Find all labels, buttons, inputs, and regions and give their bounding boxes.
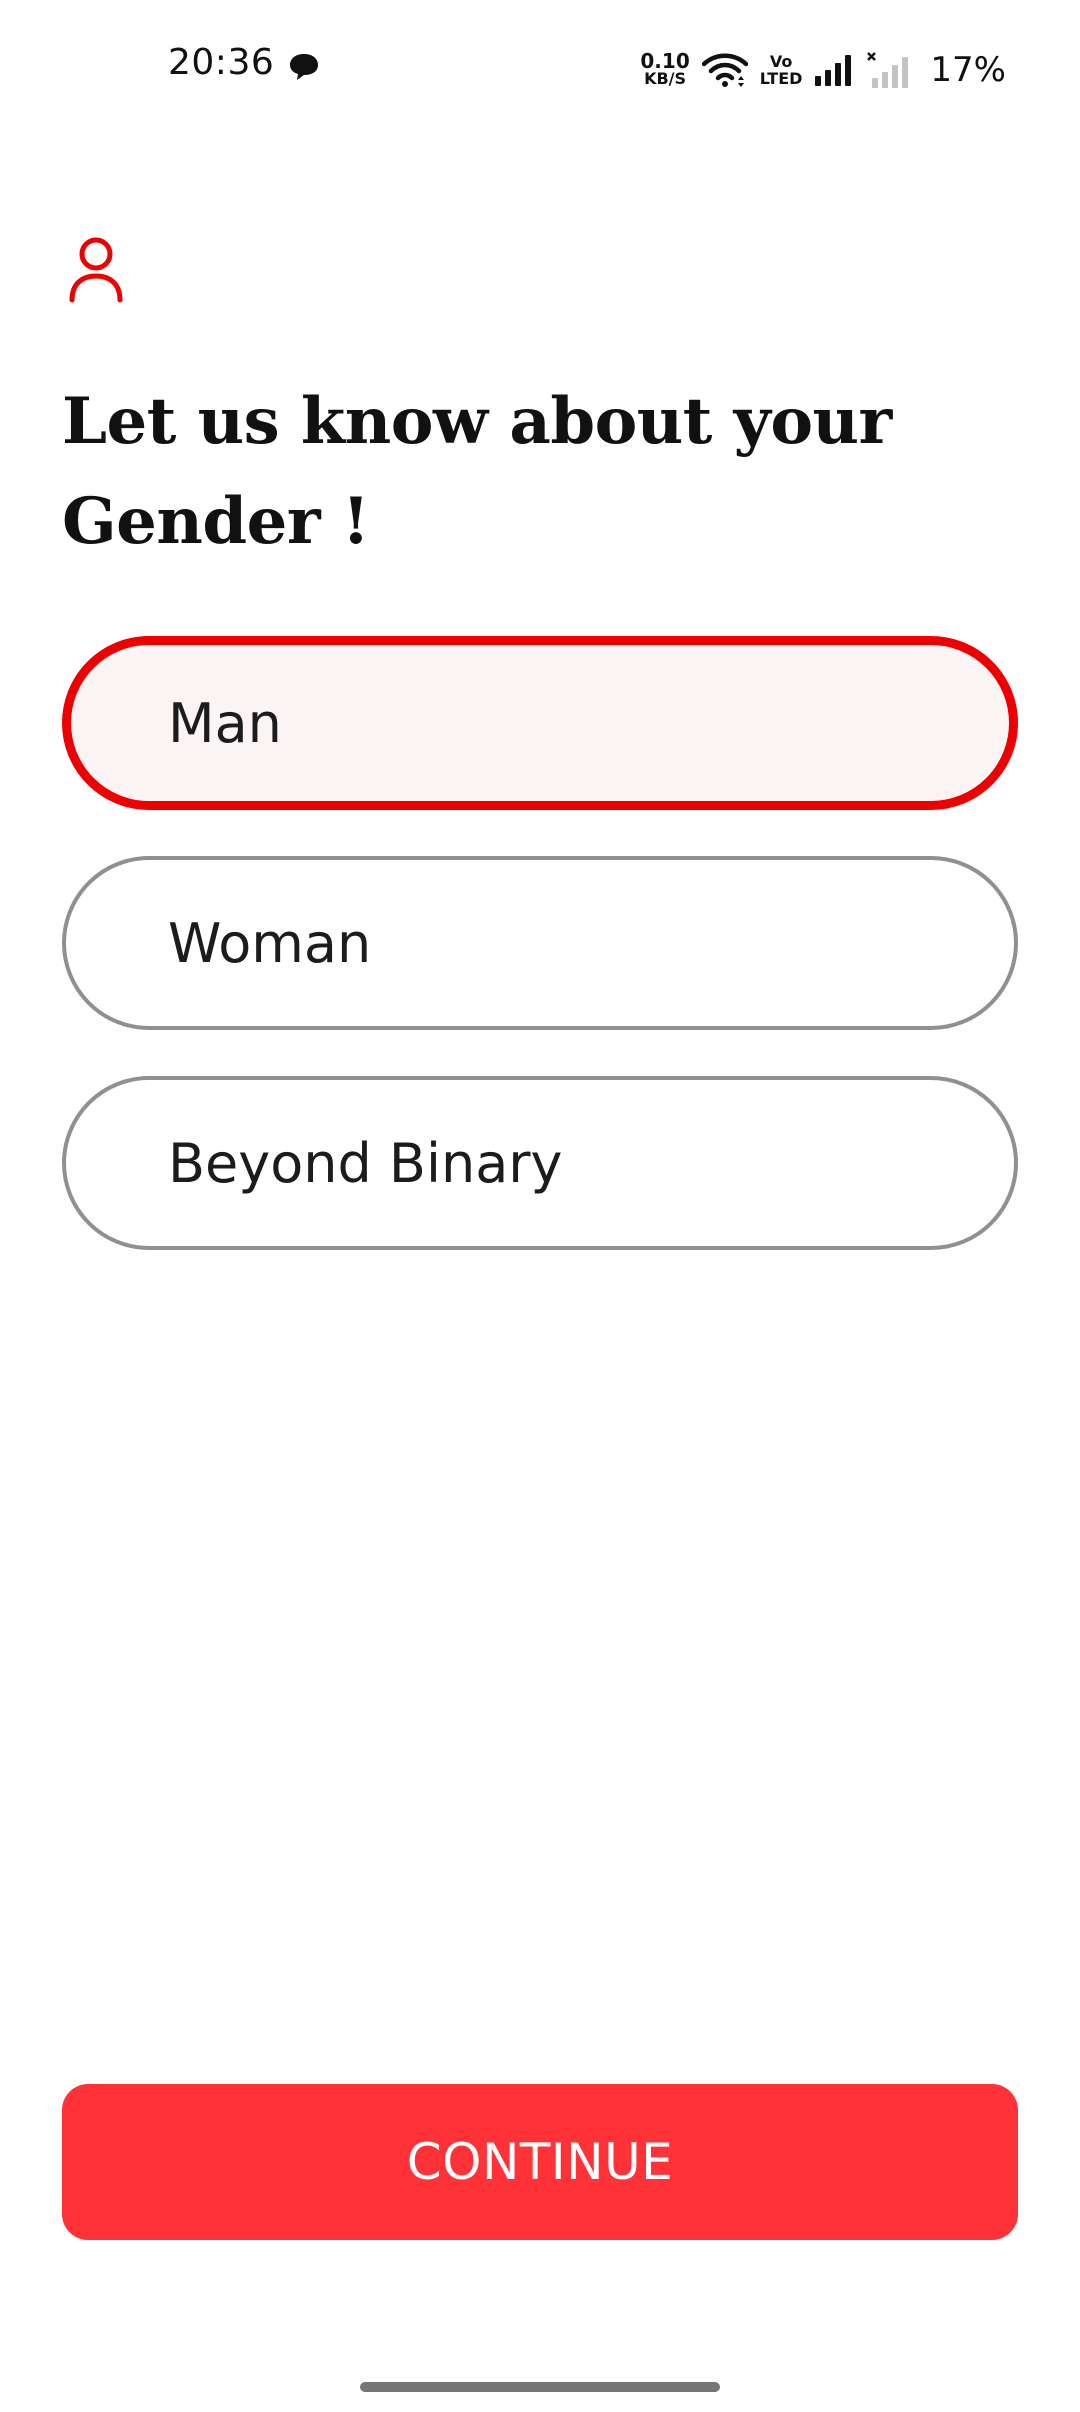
- chat-bubble-icon: [290, 54, 318, 80]
- user-icon: [69, 237, 123, 303]
- home-indicator[interactable]: [360, 2382, 720, 2392]
- option-label: Woman: [168, 911, 372, 975]
- volte-bottom: LTED: [759, 69, 803, 88]
- option-man[interactable]: Man: [62, 636, 1018, 810]
- network-speed-unit: KB/S: [644, 69, 687, 88]
- wifi-icon: [701, 53, 748, 87]
- gender-options: Man Woman Beyond Binary: [62, 636, 1018, 1296]
- page-title: Let us know about your Gender !: [62, 384, 892, 559]
- network-speed-value: 0.10: [640, 49, 690, 73]
- option-beyond-binary[interactable]: Beyond Binary: [62, 1076, 1018, 1250]
- signal-x-icon: [867, 52, 909, 88]
- network-speed: 0.10 KB/S: [640, 49, 690, 88]
- option-label: Man: [168, 691, 282, 755]
- battery-level: 17%: [930, 50, 1006, 90]
- option-woman[interactable]: Woman: [62, 856, 1018, 1030]
- status-time: 20:36: [168, 42, 275, 83]
- status-icons: 0.10 KB/S Vo LTED 17%: [640, 42, 1006, 98]
- option-label: Beyond Binary: [168, 1131, 563, 1195]
- status-bar: 20:36 0.10 KB/S Vo LTED 17%: [0, 0, 1080, 140]
- volte-badge: Vo LTED: [760, 53, 803, 87]
- volte-top: Vo: [769, 52, 793, 71]
- continue-button[interactable]: CONTINUE: [62, 2084, 1018, 2240]
- signal-icon: [815, 55, 852, 86]
